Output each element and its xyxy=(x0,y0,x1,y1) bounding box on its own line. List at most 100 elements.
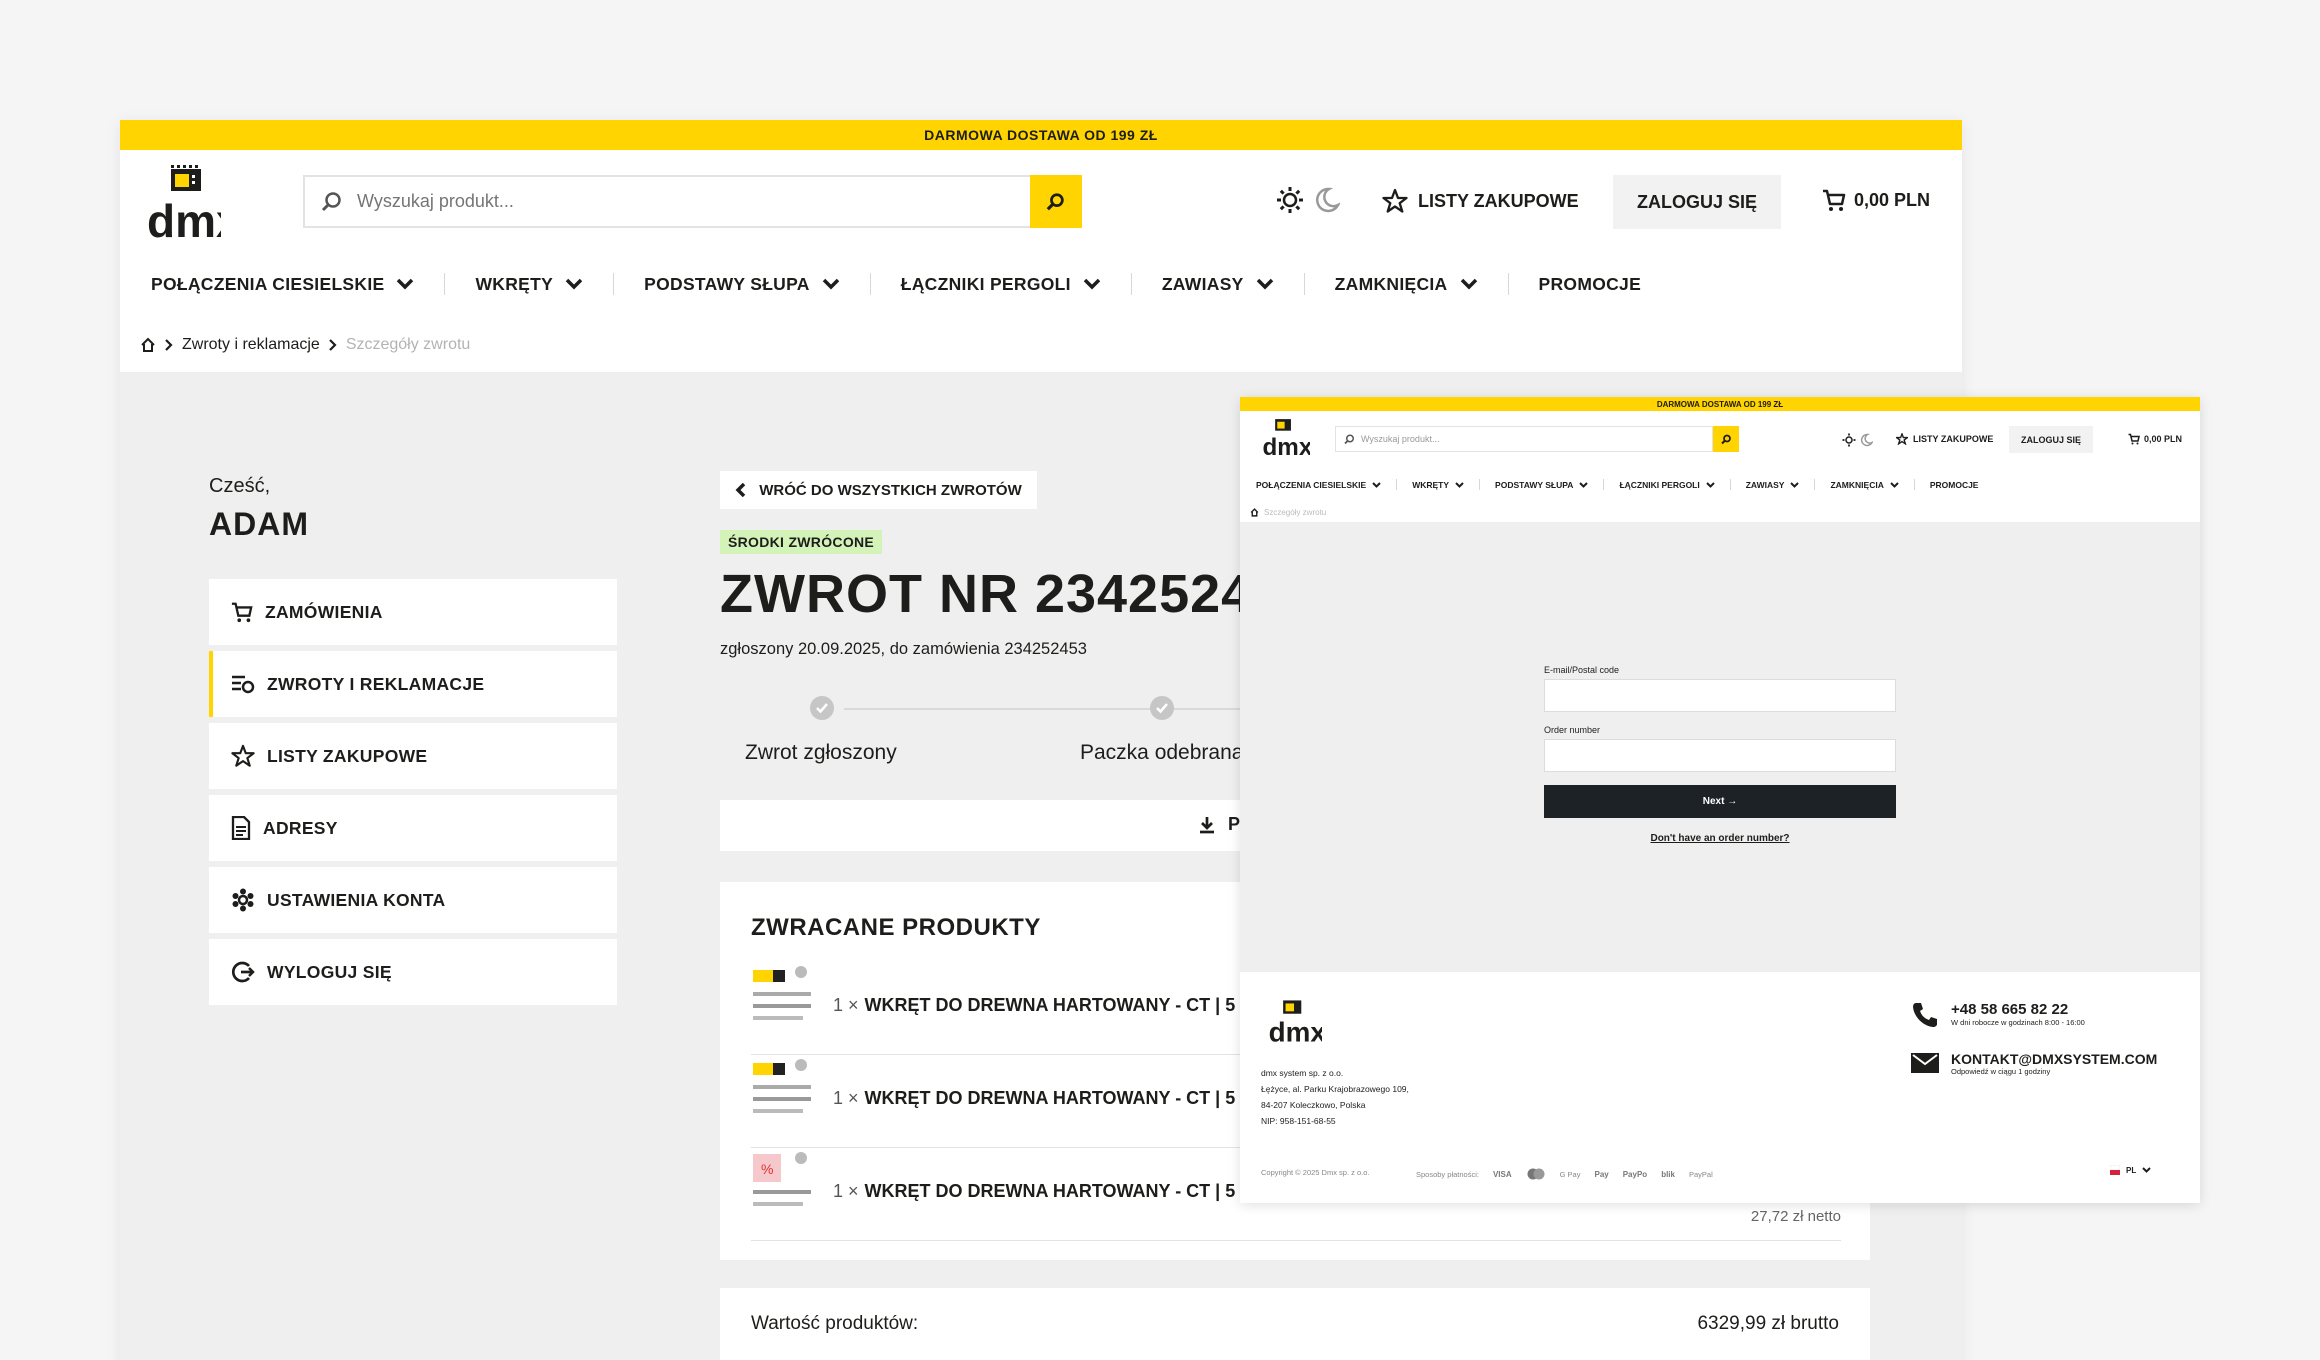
product-qty: 1 × xyxy=(833,1181,859,1201)
email-note: Odpowiedź w ciągu 1 godziny xyxy=(1951,1067,2051,1076)
shopping-lists-link[interactable]: LISTY ZAKUPOWE xyxy=(1382,188,1579,214)
email-label: E-mail/Postal code xyxy=(1544,665,1620,675)
language-code: PL xyxy=(2126,1165,2137,1175)
menu-item-returns[interactable]: ZWROTY I REKLAMACJE xyxy=(209,651,617,717)
nav-item-podstawy[interactable]: PODSTAWY SŁUPA xyxy=(1480,479,1605,490)
home-icon[interactable] xyxy=(1250,508,1259,517)
product-title: WKRĘT DO DREWNA HARTOWANY - CT | 5 MM xyxy=(864,1088,1271,1108)
copyright: Copyright © 2025 Dmx sp. z o.o. xyxy=(1261,1168,1370,1177)
nav-item-zamkniecia[interactable]: ZAMKNIĘCIA xyxy=(1305,273,1509,295)
product-title: WKRĘT DO DREWNA HARTOWANY - CT | 5 MM xyxy=(864,995,1271,1015)
summary-value: 6329,99 zł brutto xyxy=(1697,1313,1839,1334)
phone-number[interactable]: +48 58 665 82 22 xyxy=(1951,1001,2085,1018)
nav-item-laczniki[interactable]: ŁĄCZNIKI PERGOLI xyxy=(871,273,1132,295)
search-button[interactable] xyxy=(1713,426,1739,452)
next-button[interactable]: Next → xyxy=(1544,785,1896,818)
search-input[interactable] xyxy=(357,191,1030,212)
search-bar[interactable]: Wyszukaj produkt... xyxy=(1335,426,1713,452)
nav-item-podstawy[interactable]: PODSTAWY SŁUPA xyxy=(614,273,871,295)
nav-item-zawiasy[interactable]: ZAWIASY xyxy=(1132,273,1305,295)
shopping-lists-link[interactable]: LISTY ZAKUPOWE xyxy=(1896,433,1993,445)
back-label: WRÓĆ DO WSZYSTKICH ZWROTÓW xyxy=(759,481,1022,499)
overlay-window: DARMOWA DOSTAWA OD 199 ZŁ dmx Wyszukaj p… xyxy=(1240,397,2200,1203)
chevron-down-icon xyxy=(1579,481,1589,488)
company-name: dmx system sp. z o.o. xyxy=(1261,1068,1344,1078)
logout-icon xyxy=(231,961,255,983)
nav-label: PODSTAWY SŁUPA xyxy=(1495,479,1574,490)
nav-item-polaczenia[interactable]: POŁĄCZENIA CIESIELSKIE xyxy=(151,273,446,295)
email-address[interactable]: KONTAKT@DMXSYSTEM.COM xyxy=(1951,1051,2157,1067)
nav-item-zamkniecia[interactable]: ZAMKNIĘCIA xyxy=(1815,479,1915,490)
dmx-logo[interactable]: dmx xyxy=(1254,417,1310,457)
cart-icon xyxy=(1823,189,1846,211)
cart-button[interactable]: 0,00 PLN xyxy=(2128,433,2182,445)
contact-email[interactable]: KONTAKT@DMXSYSTEM.COM Odpowiedź w ciągu … xyxy=(1911,1051,2157,1076)
main-nav: POŁĄCZENIA CIESIELSKIE WKRĘTY PODSTAWY S… xyxy=(1256,479,1993,490)
nav-item-wkrety[interactable]: WKRĘTY xyxy=(1397,479,1481,490)
product-price: 27,72 zł netto xyxy=(1750,1208,1841,1225)
nav-label: PROMOCJE xyxy=(1929,479,1979,490)
nav-label: PROMOCJE xyxy=(1538,273,1642,294)
nav-label: ŁĄCZNIKI PERGOLI xyxy=(900,273,1071,294)
sun-icon[interactable] xyxy=(1276,186,1304,214)
nav-item-polaczenia[interactable]: POŁĄCZENIA CIESIELSKIE xyxy=(1256,479,1398,490)
search-placeholder: Wyszukaj produkt... xyxy=(1361,434,1440,444)
search-button[interactable] xyxy=(1030,175,1082,228)
breadcrumb-current: Szczegóły zwrotu xyxy=(345,336,471,353)
breadcrumb-parent[interactable]: Zwroty i reklamacje xyxy=(182,336,320,354)
login-button[interactable]: ZALOGUJ SIĘ xyxy=(2009,426,2093,453)
nav-item-zawiasy[interactable]: ZAWIASY xyxy=(1731,479,1816,490)
moon-icon[interactable] xyxy=(1859,433,1873,447)
phone-hours: W dni robocze w godzinach 8:00 - 16:00 xyxy=(1951,1018,2085,1027)
login-button[interactable]: ZALOGUJ SIĘ xyxy=(1613,175,1781,229)
address-street: Łężyce, al. Parku Krajobrazowego 109, xyxy=(1261,1084,1409,1094)
nav-label: WKRĘTY xyxy=(475,273,554,294)
email-field[interactable] xyxy=(1544,679,1896,712)
nav-item-promocje[interactable]: PROMOCJE xyxy=(1509,273,1672,295)
gear-icon xyxy=(232,888,254,912)
language-selector[interactable]: PL xyxy=(2110,1165,2151,1175)
back-to-returns-button[interactable]: WRÓĆ DO WSZYSTKICH ZWROTÓW xyxy=(720,471,1037,509)
product-qty: 1 × xyxy=(833,995,859,1015)
contact-phone[interactable]: +48 58 665 82 22 W dni robocze w godzina… xyxy=(1911,1001,2085,1029)
chevron-down-icon xyxy=(1455,481,1464,488)
sun-icon[interactable] xyxy=(1842,433,1856,447)
dmx-logo[interactable]: dmx xyxy=(1260,998,1322,1044)
logo-text: dmx xyxy=(147,195,221,241)
chevron-down-icon xyxy=(1706,481,1715,488)
theme-toggle[interactable] xyxy=(1842,433,1873,447)
menu-item-addresses[interactable]: ADRESY xyxy=(209,795,617,861)
moon-icon[interactable] xyxy=(1312,186,1340,214)
chevron-right-icon xyxy=(165,339,173,351)
product-qty: 1 × xyxy=(833,1088,859,1108)
no-order-link[interactable]: Don't have an order number? xyxy=(1544,833,1896,844)
summary-card: Wartość produktów: 6329,99 zł brutto xyxy=(720,1288,1870,1360)
nav-item-promocje[interactable]: PROMOCJE xyxy=(1915,479,1994,490)
breadcrumb: Zwroty i reklamacje Szczegóły zwrotu xyxy=(140,336,470,354)
menu-item-lists[interactable]: LISTY ZAKUPOWE xyxy=(209,723,617,789)
nav-item-wkrety[interactable]: WKRĘTY xyxy=(445,273,615,295)
order-number-field[interactable] xyxy=(1544,739,1896,772)
breadcrumb: Szczegóły zwrotu xyxy=(1250,508,1326,517)
step-check-icon xyxy=(1150,696,1174,720)
download-label: P xyxy=(1228,814,1241,834)
chevron-right-icon xyxy=(329,339,337,351)
theme-toggle[interactable] xyxy=(1276,186,1340,214)
nav-item-laczniki[interactable]: ŁĄCZNIKI PERGOLI xyxy=(1604,479,1731,490)
search-icon xyxy=(321,191,341,211)
summary-label: Wartość produktów: xyxy=(751,1313,919,1334)
visa-logo: VISA xyxy=(1492,1169,1512,1179)
chevron-left-icon xyxy=(735,483,746,497)
chevron-down-icon xyxy=(2142,1167,2151,1173)
menu-item-logout[interactable]: WYLOGUJ SIĘ xyxy=(209,939,617,1005)
home-icon[interactable] xyxy=(140,337,156,353)
main-nav: POŁĄCZENIA CIESIELSKIE WKRĘTY PODSTAWY S… xyxy=(151,273,1671,295)
cart-button[interactable]: 0,00 PLN xyxy=(1822,188,1930,212)
dmx-logo[interactable]: dmx xyxy=(147,165,221,241)
cart-icon xyxy=(2128,433,2140,445)
address-city: 84-207 Koleczkowo, Polska xyxy=(1261,1100,1366,1110)
nav-label: ZAWIASY xyxy=(1745,479,1785,490)
menu-item-settings[interactable]: USTAWIENIA KONTA xyxy=(209,867,617,933)
menu-item-orders[interactable]: ZAMÓWIENIA xyxy=(209,579,617,645)
search-bar[interactable] xyxy=(303,175,1032,228)
